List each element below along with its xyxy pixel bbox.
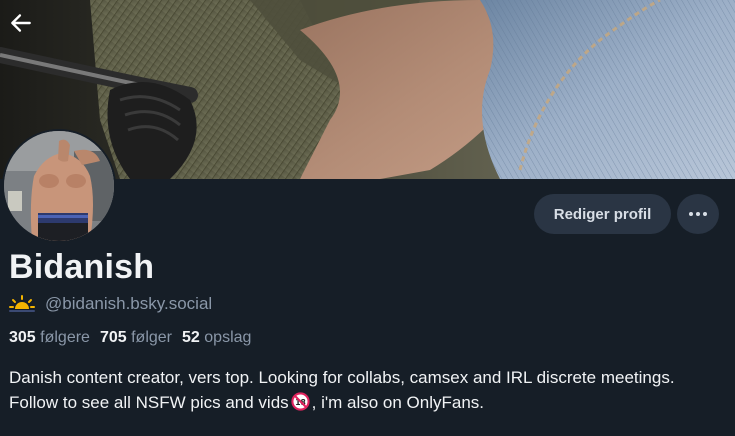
banner-image [0, 0, 735, 179]
display-name: Bidanish [9, 248, 155, 286]
profile-stats: 305 følgere 705 følger 52 opslag [9, 327, 251, 349]
following-count: 705 [99, 329, 127, 346]
bio-text-part2: , i'm also on OnlyFans. [311, 393, 485, 412]
avatar-image [4, 131, 114, 241]
no-under-18-icon: 18 [291, 392, 310, 411]
posts-count: 52 [182, 329, 200, 346]
profile-banner[interactable] [0, 0, 735, 179]
profile-bio: Danish content creator, vers top. Lookin… [9, 365, 709, 415]
back-button[interactable] [4, 6, 38, 40]
sunrise-icon [9, 295, 35, 312]
handle-row: @bidanish.bsky.social [9, 291, 212, 317]
followers-count: 305 [9, 329, 36, 346]
edit-profile-button[interactable]: Rediger profil [534, 194, 671, 234]
more-horizontal-icon [689, 212, 707, 216]
more-options-button[interactable] [677, 194, 719, 234]
posts-label: opslag [204, 329, 252, 346]
following-stat[interactable]: 705 følger [100, 327, 172, 349]
profile-handle[interactable]: @bidanish.bsky.social [45, 294, 212, 314]
profile-page: Rediger profil Bidanish @bidanish.bsky.s… [0, 0, 735, 436]
posts-stat: 52 opslag [182, 327, 251, 349]
following-label: følger [131, 329, 173, 346]
arrow-left-icon [11, 14, 31, 32]
followers-stat[interactable]: 305 følgere [9, 327, 90, 349]
followers-label: følgere [40, 329, 90, 346]
avatar[interactable] [2, 129, 116, 243]
